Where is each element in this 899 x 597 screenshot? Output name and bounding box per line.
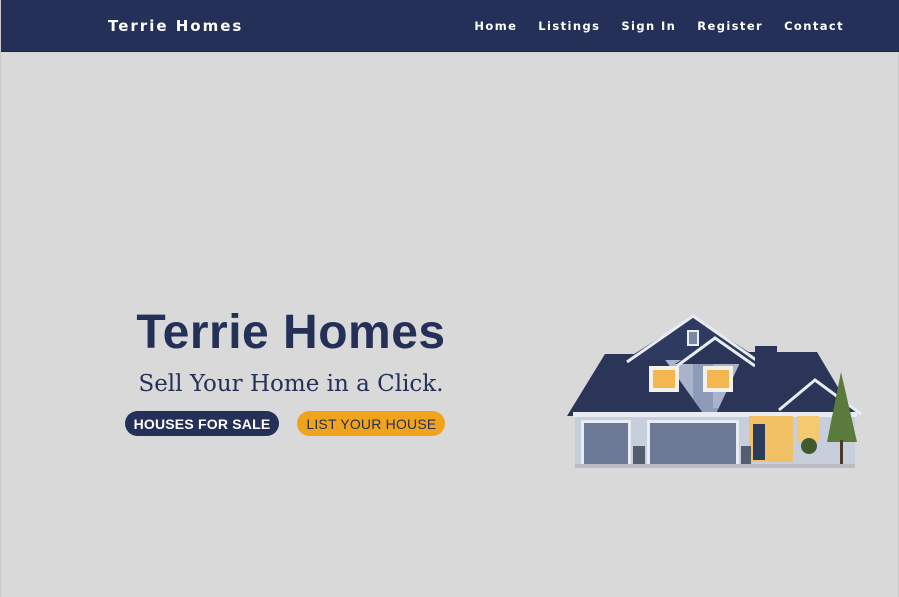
- nav-link-sign-in[interactable]: Sign In: [621, 19, 676, 33]
- nav-links: Home Listings Sign In Register Contact: [474, 19, 844, 33]
- top-navbar: Terrie Homes Home Listings Sign In Regis…: [1, 0, 899, 52]
- hero-subtitle: Sell Your Home in a Click.: [138, 371, 444, 397]
- nav-link-home[interactable]: Home: [474, 19, 517, 33]
- hero-buttons: HOUSES FOR SALE LIST YOUR HOUSE: [101, 411, 481, 436]
- hero-title: Terrie Homes: [136, 306, 446, 359]
- nav-link-register[interactable]: Register: [697, 19, 763, 33]
- houses-for-sale-button[interactable]: HOUSES FOR SALE: [124, 411, 280, 436]
- house-photo: [567, 314, 862, 468]
- brand-logo-link[interactable]: Terrie Homes: [108, 17, 243, 35]
- list-your-house-button[interactable]: LIST YOUR HOUSE: [297, 411, 446, 436]
- nav-link-contact[interactable]: Contact: [784, 19, 844, 33]
- hero-section: Terrie Homes Sell Your Home in a Click. …: [101, 305, 481, 436]
- nav-link-listings[interactable]: Listings: [538, 19, 600, 33]
